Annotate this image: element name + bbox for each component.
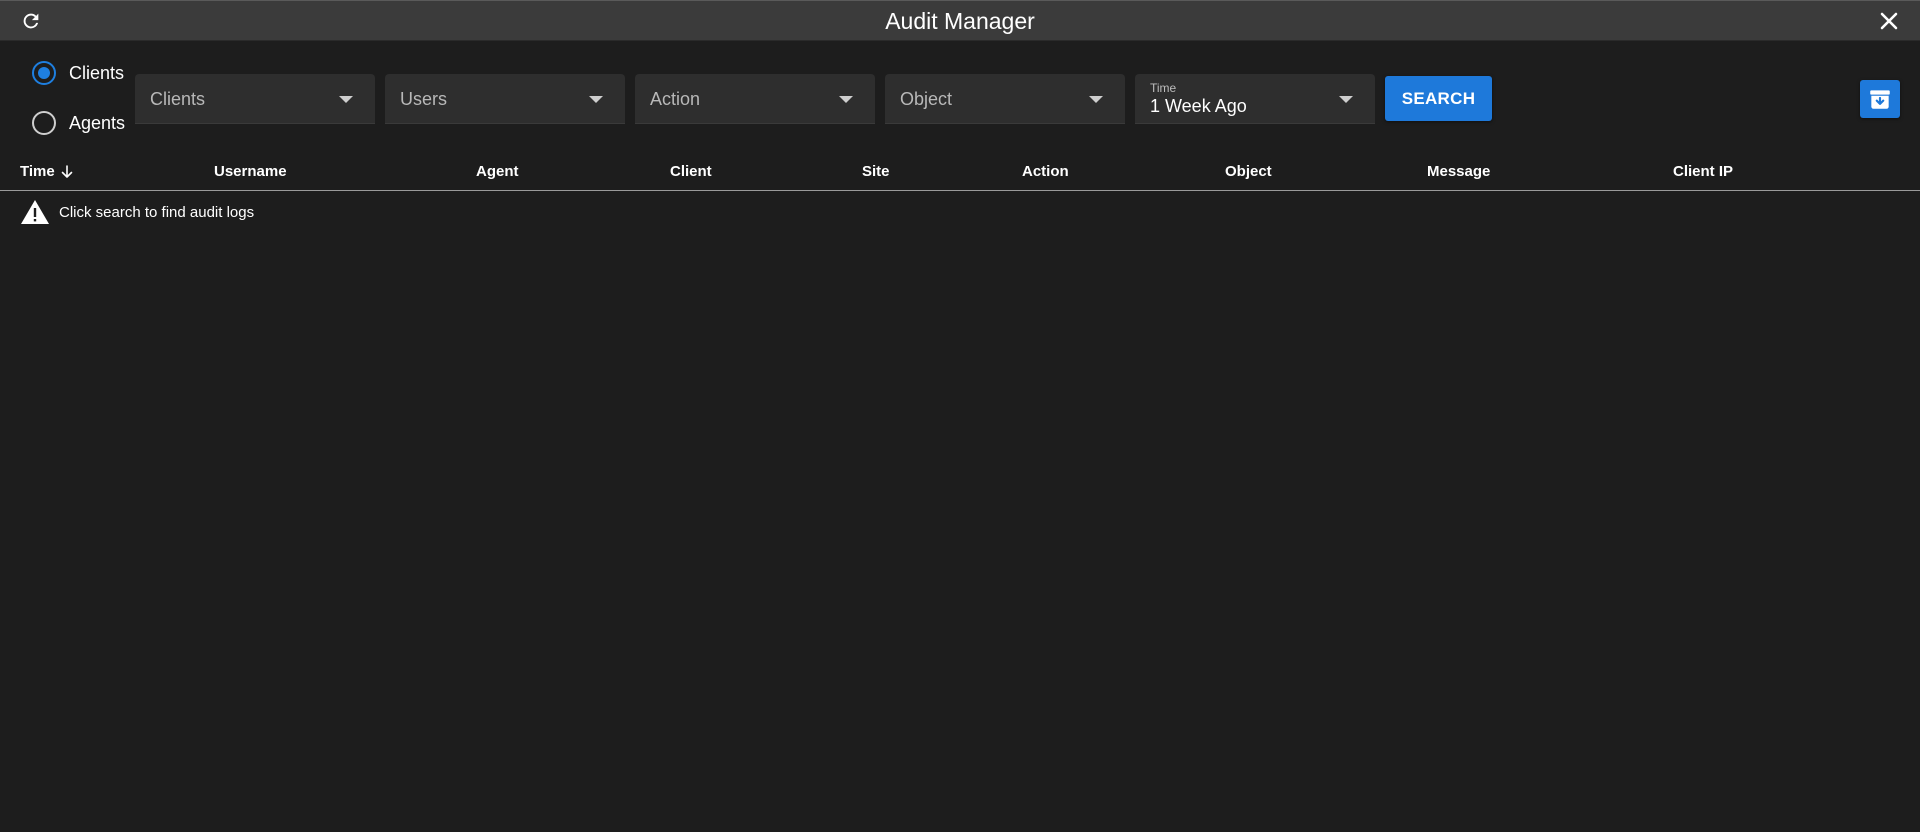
radio-agents-label: Agents [69,112,126,133]
radio-clients-label: Clients [69,62,125,83]
warning-icon [20,199,50,225]
audit-manager-window: Audit Manager Clients Agents Clients Use… [0,0,1920,832]
chevron-down-icon [589,96,603,103]
time-select-value: 1 Week Ago [1150,96,1247,116]
chevron-down-icon [1089,96,1103,103]
chevron-down-icon [839,96,853,103]
empty-state-row: Click search to find audit logs [20,199,254,225]
radio-clients-circle[interactable] [32,61,56,85]
clients-select[interactable]: Clients [135,74,375,124]
column-header-username[interactable]: Username [214,163,287,180]
column-header-message[interactable]: Message [1427,163,1490,180]
action-select-placeholder: Action [650,89,701,109]
column-header-client-ip[interactable]: Client IP [1673,163,1733,180]
users-select-placeholder: Users [400,89,448,109]
column-header-site[interactable]: Site [862,163,890,180]
table-header: Time Username Agent Client Site Action O… [0,160,1920,191]
chevron-down-icon [1339,96,1353,103]
radio-agents-circle[interactable] [32,111,56,135]
radio-agents[interactable]: Agents [32,108,132,138]
empty-state-message: Click search to find audit logs [59,203,255,221]
column-header-object[interactable]: Object [1225,163,1272,180]
chevron-down-icon [339,96,353,103]
users-select[interactable]: Users [385,74,625,124]
arrow-down-icon [61,164,73,179]
column-header-time[interactable]: Time [20,163,73,180]
archive-button[interactable] [1860,80,1900,118]
time-select-label: Time [1150,81,1177,95]
column-header-client[interactable]: Client [670,163,712,180]
column-header-agent[interactable]: Agent [476,163,519,180]
column-header-time-label: Time [20,163,55,180]
clients-select-placeholder: Clients [150,89,206,109]
object-select-placeholder: Object [900,89,953,109]
search-button[interactable]: SEARCH [1385,76,1492,121]
close-button[interactable] [1874,8,1904,34]
window-title: Audit Manager [885,8,1035,34]
object-select[interactable]: Object [885,74,1125,124]
title-bar: Audit Manager [0,0,1920,41]
column-header-action[interactable]: Action [1022,163,1069,180]
time-select[interactable]: Time 1 Week Ago [1135,74,1375,124]
archive-download-icon [1870,90,1890,109]
radio-clients[interactable]: Clients [32,58,132,88]
action-select[interactable]: Action [635,74,875,124]
close-icon [1880,12,1898,30]
